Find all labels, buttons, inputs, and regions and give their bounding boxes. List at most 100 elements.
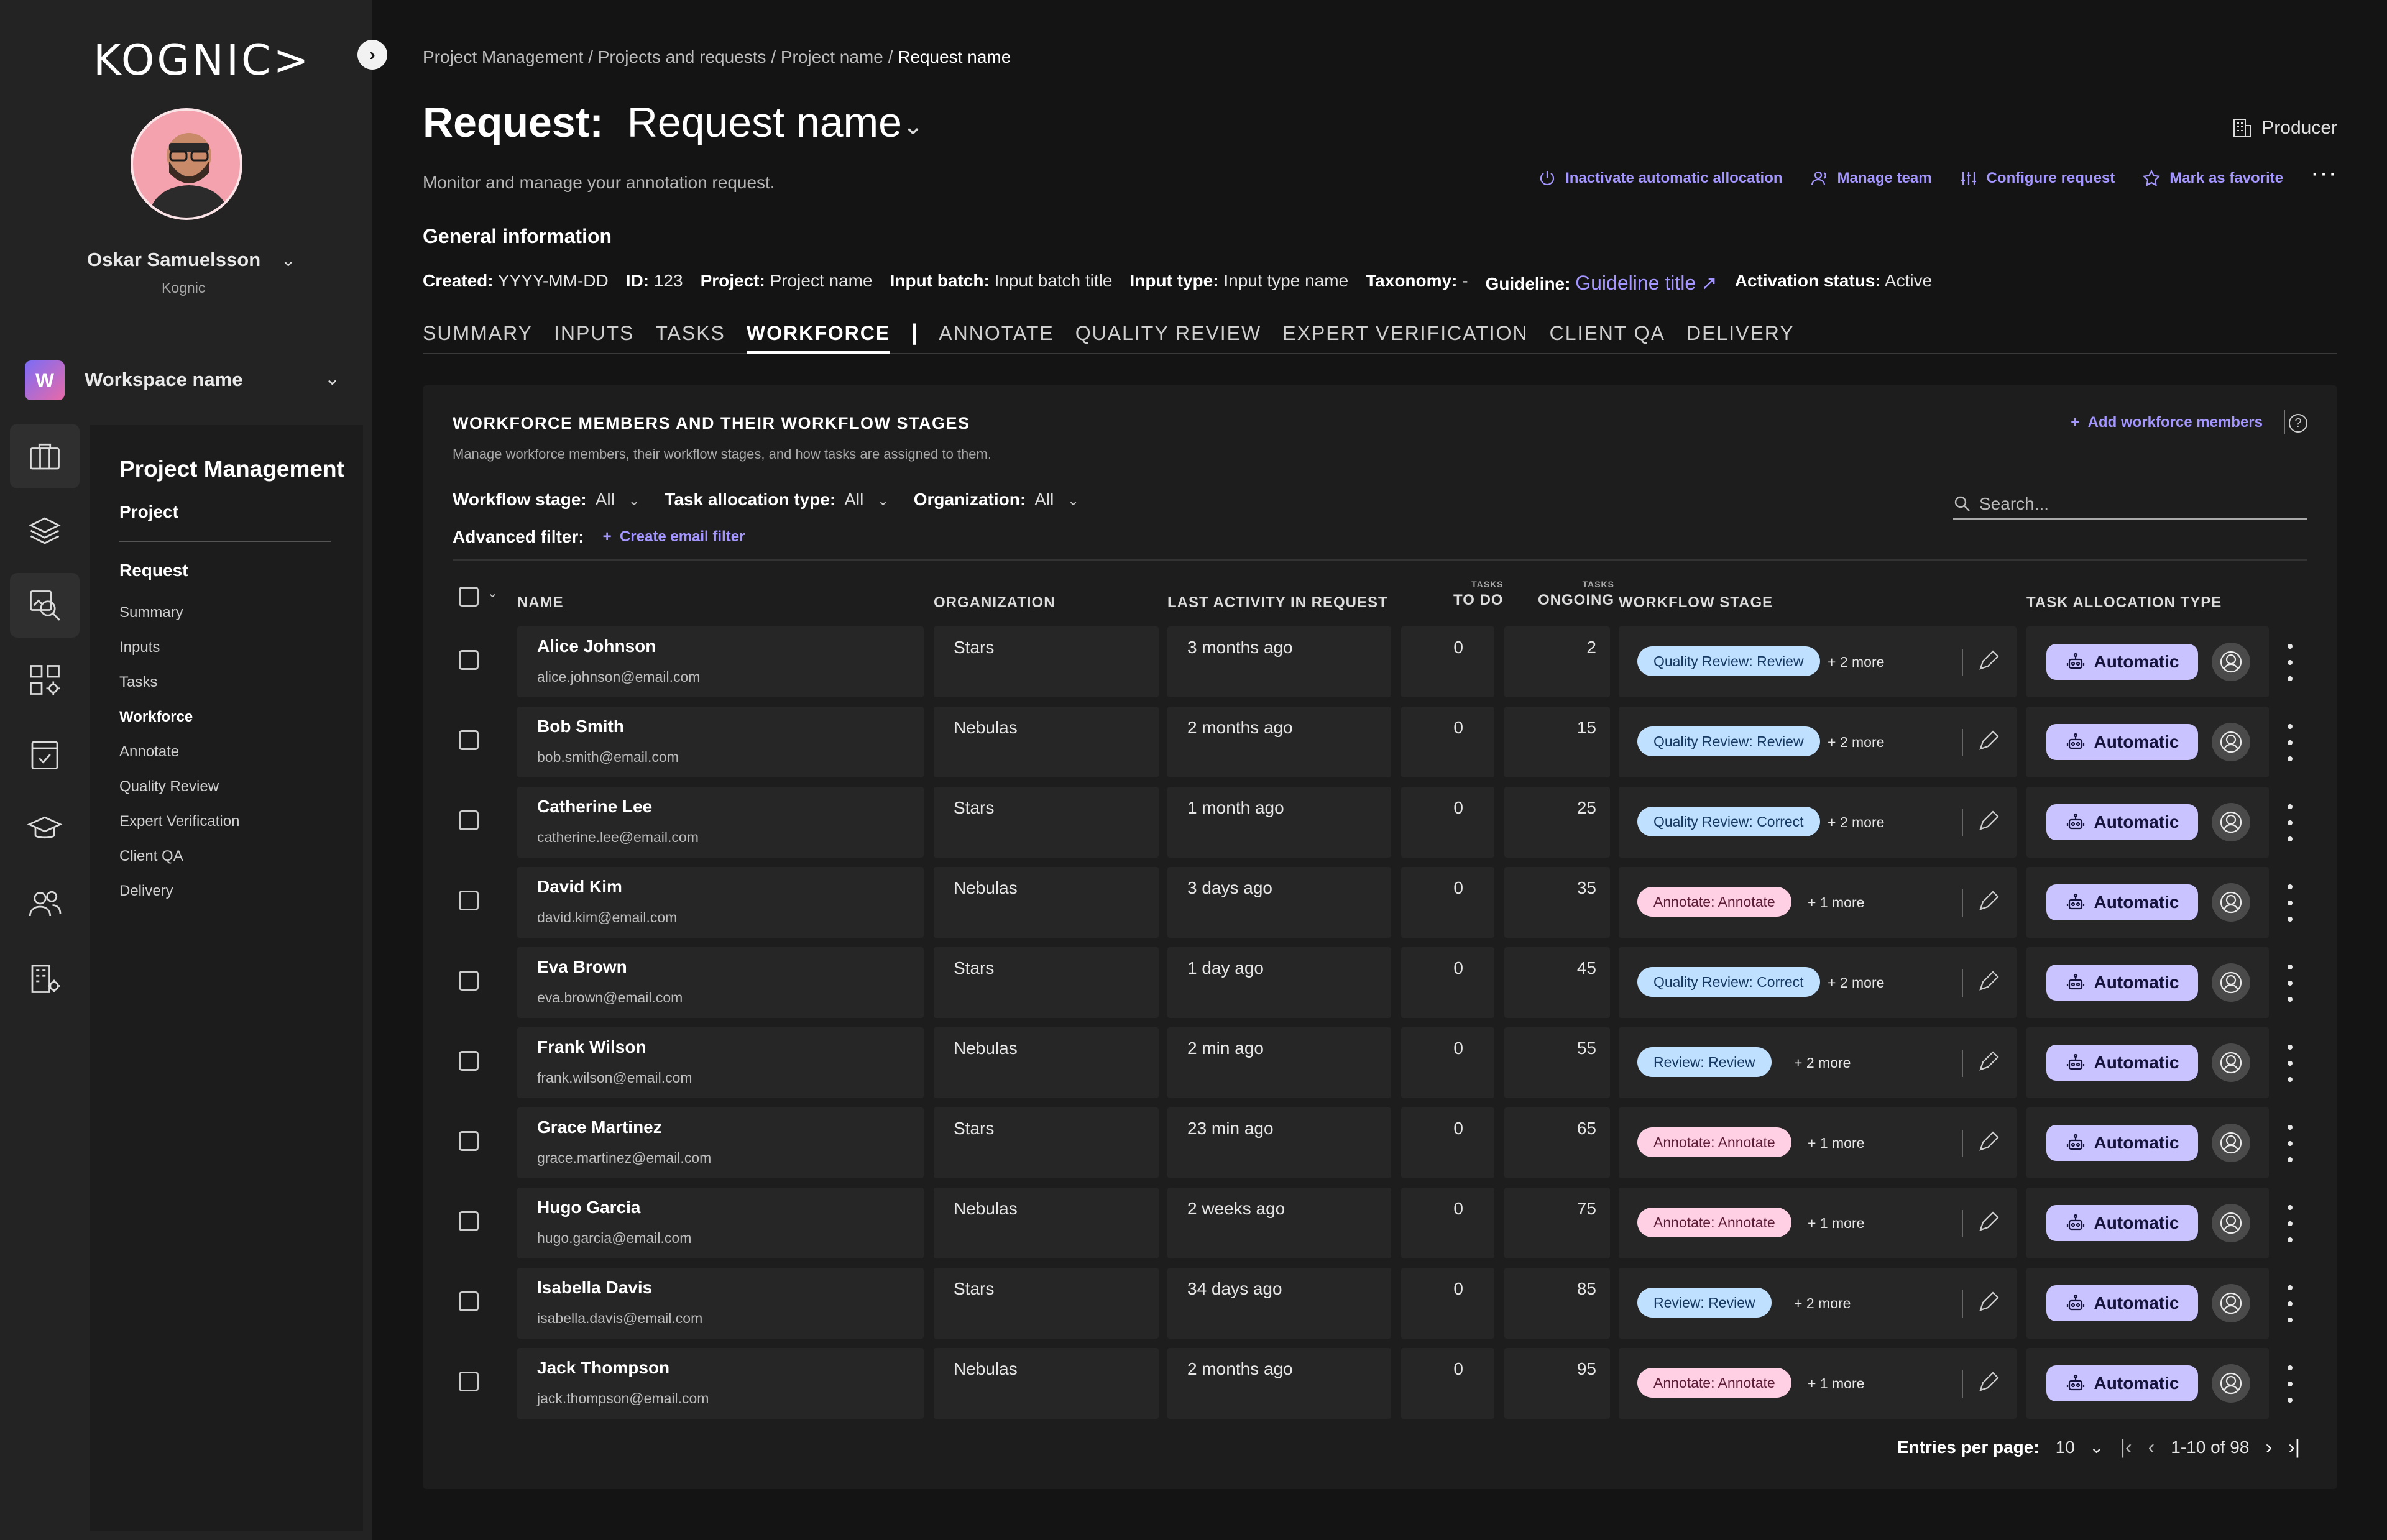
breadcrumb-item[interactable]: Project Management <box>423 47 583 66</box>
external-link-icon[interactable]: ↗ <box>1701 272 1718 294</box>
edit-icon[interactable] <box>1974 1369 2002 1396</box>
member-name[interactable]: Hugo Garcia <box>537 1198 640 1217</box>
assign-person-button[interactable] <box>2212 1204 2250 1242</box>
tab-annotate[interactable]: ANNOTATE <box>939 322 1054 354</box>
configure-request-button[interactable]: Configure request <box>1959 169 2115 188</box>
table-row[interactable]: Catherine Lee catherine.lee@email.com St… <box>423 787 2337 858</box>
table-row[interactable]: David Kim david.kim@email.com Nebulas 3 … <box>423 867 2337 938</box>
row-checkbox[interactable] <box>459 971 479 991</box>
search-image-icon[interactable] <box>10 573 80 638</box>
table-row[interactable]: Hugo Garcia hugo.garcia@email.com Nebula… <box>423 1188 2337 1258</box>
row-checkbox[interactable] <box>459 730 479 750</box>
layers-icon[interactable] <box>10 498 80 563</box>
header-last-activity[interactable]: LAST ACTIVITY IN REQUEST <box>1167 594 1388 612</box>
table-row[interactable]: Isabella Davis isabella.davis@email.com … <box>423 1268 2337 1339</box>
more-stages[interactable]: + 2 more <box>1828 814 1884 831</box>
allocation-type-chip[interactable]: Automatic <box>2046 1205 2198 1241</box>
mark-favorite-button[interactable]: Mark as favorite <box>2142 169 2283 188</box>
table-row[interactable]: Alice Johnson alice.johnson@email.com St… <box>423 626 2337 697</box>
row-menu-icon[interactable] <box>2284 804 2296 841</box>
task-allocation-filter[interactable]: Task allocation type: All ⌄ <box>665 490 888 510</box>
allocation-type-chip[interactable]: Automatic <box>2046 724 2198 760</box>
breadcrumb-item[interactable]: Project name <box>781 47 883 66</box>
chevron-down-icon[interactable]: ⌄ <box>324 368 340 390</box>
workflow-stage-chip[interactable]: Annotate: Annotate <box>1637 1368 1791 1398</box>
tab-summary[interactable]: SUMMARY <box>423 322 533 354</box>
subnav-item-expert-verification[interactable]: Expert Verification <box>119 804 239 839</box>
edit-icon[interactable] <box>1974 728 2002 755</box>
workspace-badge[interactable]: W <box>25 360 65 400</box>
allocation-type-chip[interactable]: Automatic <box>2046 1045 2198 1081</box>
header-todo[interactable]: TASKS TO DO <box>1453 579 1504 609</box>
workflow-stage-chip[interactable]: Quality Review: Correct <box>1637 967 1820 997</box>
user-name[interactable]: Oskar Samuelsson <box>87 249 260 271</box>
allocation-type-chip[interactable]: Automatic <box>2046 1365 2198 1401</box>
workspace-name[interactable]: Workspace name <box>85 369 242 391</box>
create-email-filter-button[interactable]: + Create email filter <box>603 528 745 546</box>
row-checkbox[interactable] <box>459 1211 479 1231</box>
briefcase-icon[interactable] <box>10 424 80 488</box>
workflow-stage-chip[interactable]: Quality Review: Correct <box>1637 807 1820 836</box>
building-settings-icon[interactable] <box>10 946 80 1011</box>
tab-delivery[interactable]: DELIVERY <box>1686 322 1795 354</box>
more-stages[interactable]: + 2 more <box>1828 734 1884 751</box>
header-task-allocation[interactable]: TASK ALLOCATION TYPE <box>2026 594 2222 612</box>
more-stages[interactable]: + 2 more <box>1828 974 1884 991</box>
users-icon[interactable] <box>10 871 80 936</box>
guideline-link[interactable]: Guideline title <box>1575 272 1696 294</box>
workflow-stage-chip[interactable]: Annotate: Annotate <box>1637 1208 1791 1237</box>
header-name[interactable]: NAME <box>517 594 564 612</box>
more-stages[interactable]: + 1 more <box>1808 894 1864 911</box>
member-name[interactable]: David Kim <box>537 877 622 897</box>
subnav-item-quality-review[interactable]: Quality Review <box>119 769 239 804</box>
subnav-item-annotate[interactable]: Annotate <box>119 735 239 769</box>
edit-icon[interactable] <box>1974 968 2002 996</box>
more-stages[interactable]: + 1 more <box>1808 1135 1864 1152</box>
row-checkbox[interactable] <box>459 650 479 670</box>
row-checkbox[interactable] <box>459 1291 479 1311</box>
member-name[interactable]: Isabella Davis <box>537 1278 652 1298</box>
table-row[interactable]: Jack Thompson jack.thompson@email.com Ne… <box>423 1348 2337 1419</box>
prev-page-icon[interactable]: ‹ <box>2148 1436 2155 1459</box>
edit-icon[interactable] <box>1974 1209 2002 1236</box>
table-row[interactable]: Frank Wilson frank.wilson@email.com Nebu… <box>423 1027 2337 1098</box>
assign-person-button[interactable] <box>2212 883 2250 922</box>
member-name[interactable]: Eva Brown <box>537 957 627 977</box>
subnav-item-workforce[interactable]: Workforce <box>119 700 239 735</box>
request-name[interactable]: Request name <box>627 99 902 146</box>
member-name[interactable]: Bob Smith <box>537 717 624 736</box>
chevron-down-icon[interactable]: ⌄ <box>487 585 498 601</box>
select-all-checkbox[interactable] <box>459 587 479 607</box>
header-organization[interactable]: ORGANIZATION <box>934 594 1056 612</box>
chevron-down-icon[interactable]: ⌄ <box>281 250 295 270</box>
subnav-item-delivery[interactable]: Delivery <box>119 874 239 909</box>
workflow-stage-chip[interactable]: Review: Review <box>1637 1288 1772 1318</box>
more-stages[interactable]: + 1 more <box>1808 1375 1864 1392</box>
edit-icon[interactable] <box>1974 648 2002 675</box>
assign-person-button[interactable] <box>2212 1364 2250 1403</box>
assign-person-button[interactable] <box>2212 1124 2250 1162</box>
allocation-type-chip[interactable]: Automatic <box>2046 644 2198 680</box>
collapse-sidebar-button[interactable]: › <box>357 40 387 70</box>
subnav-item-inputs[interactable]: Inputs <box>119 630 239 665</box>
row-menu-icon[interactable] <box>2284 1205 2296 1242</box>
workflow-stage-chip[interactable]: Review: Review <box>1637 1047 1772 1077</box>
edit-icon[interactable] <box>1974 888 2002 915</box>
workflow-stage-chip[interactable]: Quality Review: Review <box>1637 646 1820 676</box>
allocation-type-chip[interactable]: Automatic <box>2046 884 2198 920</box>
assign-person-button[interactable] <box>2212 1284 2250 1322</box>
workflow-stage-chip[interactable]: Annotate: Annotate <box>1637 887 1791 917</box>
row-menu-icon[interactable] <box>2284 644 2296 681</box>
row-menu-icon[interactable] <box>2284 1365 2296 1403</box>
nav-request[interactable]: Request <box>119 561 188 580</box>
table-row[interactable]: Eva Brown eva.brown@email.com Stars 1 da… <box>423 947 2337 1018</box>
per-page-select[interactable]: 10 ⌄ <box>2056 1437 2104 1457</box>
more-stages[interactable]: + 1 more <box>1808 1215 1864 1232</box>
member-name[interactable]: Catherine Lee <box>537 797 652 817</box>
assign-person-button[interactable] <box>2212 1043 2250 1082</box>
more-stages[interactable]: + 2 more <box>1794 1295 1851 1312</box>
row-menu-icon[interactable] <box>2284 1045 2296 1082</box>
row-checkbox[interactable] <box>459 1372 479 1391</box>
assign-person-button[interactable] <box>2212 723 2250 761</box>
row-menu-icon[interactable] <box>2284 1285 2296 1322</box>
